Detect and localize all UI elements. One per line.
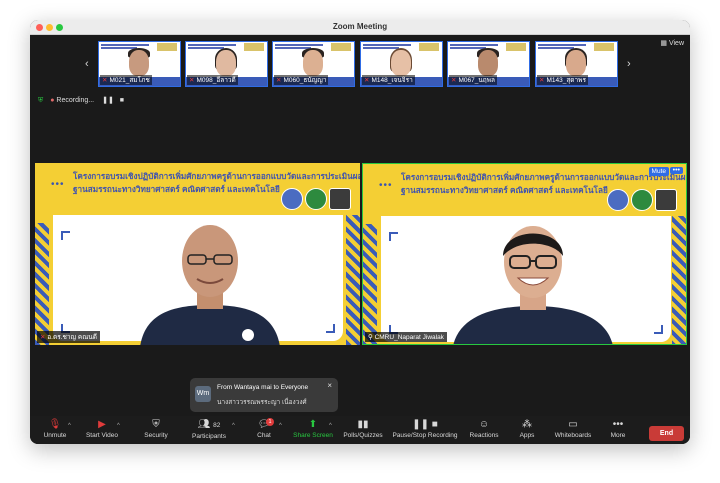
participants-icon: 👥︎ 82 — [197, 419, 221, 430]
meeting-toolbar: 🎙︎ Unmute ^ ▶ Start Video ^ ⛨ Security 👥… — [30, 416, 690, 444]
start-video-button[interactable]: ▶ Start Video — [82, 416, 122, 444]
participant-thumbnail[interactable]: ✕ M067_นฤพล — [447, 41, 530, 87]
participant-thumbnail[interactable]: ✕ M021_สมโภช — [98, 41, 181, 87]
share-screen-icon: ⬆ — [308, 419, 318, 430]
share-chevron-icon[interactable]: ^ — [329, 423, 332, 429]
participant-thumbnail[interactable]: ✕ M143_สุดาพร — [535, 41, 618, 87]
institute-logo — [655, 189, 677, 211]
pause-stop-recording-button[interactable]: ❚❚ ■ Pause/Stop Recording — [391, 416, 459, 444]
smiley-icon: ☺ — [478, 419, 490, 430]
reactions-button[interactable]: ☺ Reactions — [468, 416, 500, 444]
university-logo — [281, 188, 303, 210]
video-tile-left[interactable]: ••• โครงการอบรมเชิงปฏิบัติการเพิ่มศักยภา… — [35, 163, 360, 345]
grid-view-icon: ▦ — [660, 40, 667, 47]
next-page-arrow-icon[interactable]: › — [627, 58, 631, 70]
bar-chart-icon: ▮▮ — [357, 419, 369, 430]
mute-participant-button[interactable]: Mute — [648, 167, 669, 176]
muted-mic-icon: ✕ — [539, 77, 545, 84]
university-logo — [607, 189, 629, 211]
stop-record-icon[interactable]: ■ — [120, 97, 124, 104]
pause-record-icon[interactable]: ❚❚ — [102, 97, 114, 104]
muted-mic-icon: ✕ — [189, 77, 195, 84]
recording-indicator: ⛨ ● Recording... ❚❚ ■ — [38, 96, 124, 105]
slide-title-line1: โครงการอบรมเชิงปฏิบัติการเพิ่มศักยภาพครู… — [401, 173, 687, 182]
chat-sender: From Wantaya mai to Everyone — [217, 384, 309, 391]
view-label: View — [668, 40, 684, 47]
presenter-video — [140, 225, 280, 345]
audio-options-chevron-icon[interactable]: ^ — [68, 423, 71, 429]
shield-icon: ⛨ — [38, 97, 44, 104]
chat-chevron-icon[interactable]: ^ — [279, 423, 282, 429]
recording-label: Recording... — [56, 97, 95, 104]
whiteboard-icon: ▭ — [568, 419, 578, 430]
apps-button[interactable]: ⁂ Apps — [514, 416, 540, 444]
polls-button[interactable]: ▮▮ Polls/Quizzes — [341, 416, 385, 444]
participant-name: ✕ M143_สุดาพร — [537, 75, 588, 85]
participant-face — [391, 50, 411, 76]
participant-face — [566, 50, 586, 76]
speaker-name-tag: ⚲ CMRU_Naparat Jiwalak — [365, 332, 447, 342]
video-tile-right[interactable]: ••• โครงการอบรมเชิงปฏิบัติการเพิ่มศักยภา… — [362, 163, 687, 345]
cloud-record-icon: ● — [50, 97, 55, 104]
end-meeting-button[interactable]: End — [649, 426, 684, 441]
unmute-button[interactable]: 🎙︎ Unmute — [38, 416, 72, 444]
slide-header: ••• โครงการอบรมเชิงปฏิบัติการเพิ่มศักยภา… — [35, 163, 360, 215]
presenter-video — [453, 226, 613, 344]
seal-logo — [305, 188, 327, 210]
more-dots-icon: ••• — [612, 419, 624, 430]
prev-page-arrow-icon[interactable]: ‹ — [85, 58, 89, 70]
participant-name: ✕ M021_สมโภช — [100, 75, 152, 85]
window-title: Zoom Meeting — [332, 22, 388, 31]
seal-logo — [631, 189, 653, 211]
pause-stop-icon: ❚❚ ■ — [412, 419, 438, 430]
institute-logo — [329, 188, 351, 210]
whiteboards-button[interactable]: ▭ Whiteboards — [552, 416, 594, 444]
security-button[interactable]: ⛨ Security — [139, 416, 173, 444]
participants-button[interactable]: 👥︎ 82 Participants — [188, 416, 230, 444]
close-icon[interactable]: × — [327, 381, 332, 390]
chat-badge: 1 — [266, 418, 274, 426]
participant-thumbnail[interactable]: ✕ M060_ธนัญญา — [272, 41, 355, 87]
participant-face — [478, 50, 498, 76]
muted-mic-icon: ✕ — [40, 334, 46, 341]
slide-title-line2: ฐานสมรรถนะทางวิทยาศาสตร์ คณิตศาสตร์ และเ… — [73, 185, 280, 194]
participant-thumbnail[interactable]: ✕ M098_อีลาวดี — [185, 41, 268, 87]
participant-thumbnail[interactable]: ✕ M148_เจนจิรา — [360, 41, 443, 87]
muted-mic-icon: ✕ — [451, 77, 457, 84]
zoom-window: Zoom Meeting ‹ › ▦ View ✕ M021_สมโภช ✕ M09… — [30, 20, 690, 444]
chat-message: นางสาววรรณพรระญา เนื่องวงศ์ — [217, 399, 307, 406]
slide-header: ••• โครงการอบรมเชิงปฏิบัติการเพิ่มศักยภา… — [363, 164, 686, 216]
muted-mic-icon: 🎙︎ — [48, 419, 62, 430]
participant-face — [129, 50, 149, 76]
more-options-button[interactable]: ••• — [669, 167, 683, 174]
view-button[interactable]: ▦ View — [660, 39, 684, 47]
avatar: Wm — [195, 386, 211, 402]
shield-icon: ⛨ — [152, 419, 160, 430]
slide-title-line2: ฐานสมรรถนะทางวิทยาศาสตร์ คณิตศาสตร์ และเ… — [401, 186, 608, 195]
participant-name: ✕ M148_เจนจิรา — [362, 75, 415, 85]
muted-mic-icon: ✕ — [364, 77, 370, 84]
video-off-icon: ▶ — [98, 419, 106, 430]
apps-icon: ⁂ — [522, 419, 532, 430]
title-bar: Zoom Meeting — [30, 20, 690, 35]
chat-notification[interactable]: Wm From Wantaya mai to Everyone นางสาววร… — [190, 378, 338, 412]
participant-name: ✕ M060_ธนัญญา — [274, 75, 329, 85]
participant-name: ✕ M098_อีลาวดี — [187, 75, 238, 85]
participants-chevron-icon[interactable]: ^ — [232, 423, 235, 429]
participant-name: ✕ M067_นฤพล — [449, 75, 497, 85]
more-button[interactable]: ••• More — [607, 416, 629, 444]
video-options-chevron-icon[interactable]: ^ — [117, 423, 120, 429]
slide-title-line1: โครงการอบรมเชิงปฏิบัติการเพิ่มศักยภาพครู… — [73, 172, 360, 181]
mic-icon: ⚲ — [368, 334, 373, 341]
speaker-name-tag: ✕ อ.ดร.ชาญ คณนดี — [37, 331, 100, 343]
share-screen-button[interactable]: ⬆ Share Screen — [292, 416, 334, 444]
participant-face — [216, 50, 236, 76]
muted-mic-icon: ✕ — [276, 77, 282, 84]
participant-face — [303, 50, 323, 76]
muted-mic-icon: ✕ — [102, 77, 108, 84]
